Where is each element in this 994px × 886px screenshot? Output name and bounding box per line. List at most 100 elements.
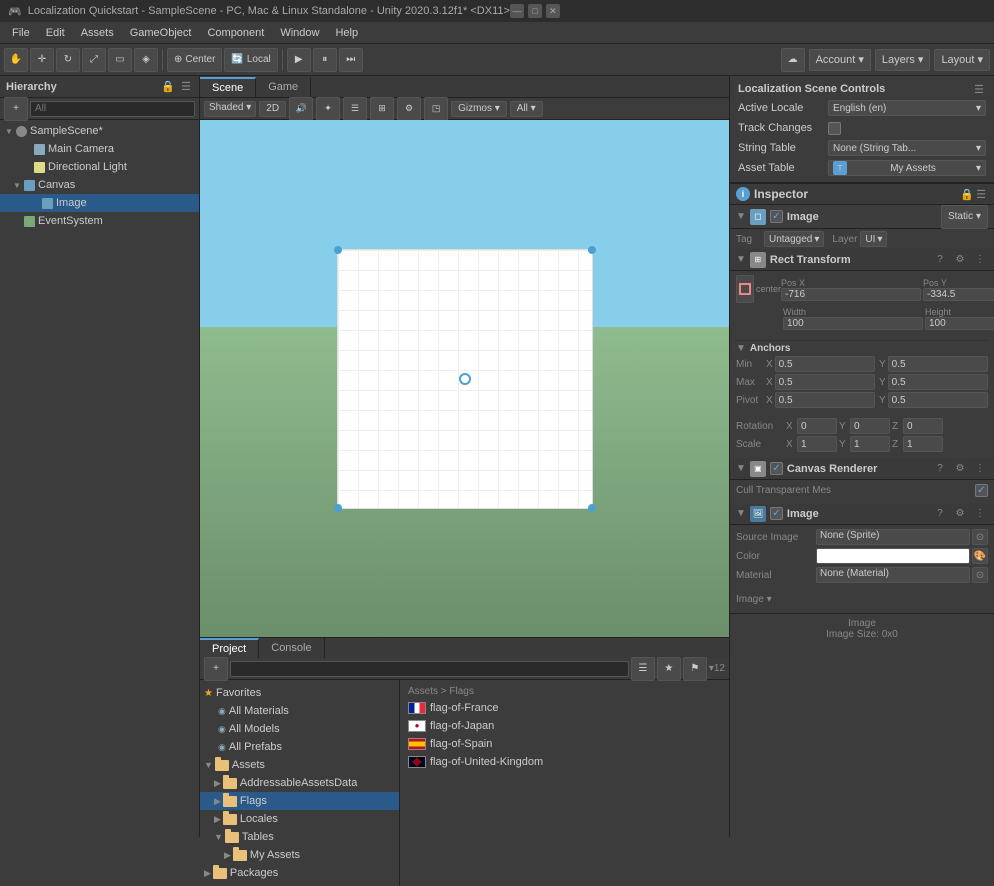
color-swatch[interactable]: [816, 548, 970, 564]
loc-menu-icon[interactable]: ☰: [972, 82, 986, 96]
rect-tool[interactable]: ▭: [108, 48, 132, 72]
track-changes-checkbox[interactable]: [828, 122, 841, 135]
asset-france[interactable]: flag-of-France: [404, 699, 725, 717]
cull-checkbox[interactable]: ✓: [975, 484, 988, 497]
cr-help-icon[interactable]: ?: [932, 461, 948, 477]
move-tool[interactable]: ✛: [30, 48, 54, 72]
tree-favorites[interactable]: ★ Favorites: [200, 684, 399, 702]
cr-menu-icon[interactable]: ⋮: [972, 461, 988, 477]
inspector-lock-icon[interactable]: 🔒: [960, 187, 974, 201]
tree-locales[interactable]: ▶ Locales: [200, 810, 399, 828]
hierarchy-menu-icon[interactable]: ☰: [179, 80, 193, 94]
tree-myassets[interactable]: ▶ My Assets: [200, 846, 399, 864]
tab-scene[interactable]: Scene: [200, 77, 256, 97]
scene-option2[interactable]: ⊞: [370, 97, 394, 121]
tab-console[interactable]: Console: [259, 638, 324, 658]
tree-assets[interactable]: ▼ Assets: [200, 756, 399, 774]
project-search[interactable]: [230, 661, 629, 677]
posy-input[interactable]: [923, 288, 994, 301]
close-button[interactable]: ✕: [546, 4, 560, 18]
color-pick-button[interactable]: 🎨: [972, 548, 988, 564]
hierarchy-item-eventsystem[interactable]: EventSystem: [0, 212, 199, 230]
hierarchy-item-maincamera[interactable]: Main Camera: [0, 140, 199, 158]
menu-edit[interactable]: Edit: [38, 25, 73, 41]
scale-x-input[interactable]: [797, 436, 837, 452]
hierarchy-item-image[interactable]: Image: [0, 194, 199, 212]
img-settings-icon[interactable]: ⚙: [952, 506, 968, 522]
tree-all-models[interactable]: ◉ All Models: [200, 720, 399, 738]
tree-flags[interactable]: ▶ Flags: [200, 792, 399, 810]
maximize-button[interactable]: □: [528, 4, 542, 18]
play-button[interactable]: ▶: [287, 48, 311, 72]
rect-help-icon[interactable]: ?: [932, 252, 948, 268]
corner-handle-bl[interactable]: [334, 504, 342, 512]
asset-table-dropdown[interactable]: T My Assets ▾: [828, 160, 986, 176]
center-button[interactable]: ⊕ Center: [167, 48, 222, 72]
tree-packages[interactable]: ▶ Packages: [200, 864, 399, 882]
posx-input[interactable]: [781, 288, 921, 301]
hierarchy-add-button[interactable]: +: [4, 97, 28, 121]
rot-y-input[interactable]: [850, 418, 890, 434]
max-x-input[interactable]: [775, 374, 875, 390]
tree-tables[interactable]: ▼ Tables: [200, 828, 399, 846]
project-filter1[interactable]: ☰: [631, 657, 655, 681]
string-table-dropdown[interactable]: None (String Tab... ▾: [828, 140, 986, 156]
source-image-pick-button[interactable]: ⊙: [972, 529, 988, 545]
component-enabled-checkbox[interactable]: ✓: [770, 210, 783, 223]
hierarchy-item-canvas[interactable]: ▼ Canvas: [0, 176, 199, 194]
layer-dropdown[interactable]: UI ▾: [860, 231, 887, 247]
image-label-row[interactable]: Image ▾: [730, 590, 994, 609]
source-image-field[interactable]: None (Sprite): [816, 529, 970, 545]
material-pick-button[interactable]: ⊙: [972, 567, 988, 583]
tree-all-prefabs[interactable]: ◉ All Prefabs: [200, 738, 399, 756]
scene-option3[interactable]: ⚙: [397, 97, 421, 121]
pause-button[interactable]: ⏸: [313, 48, 337, 72]
project-add-button[interactable]: +: [204, 657, 228, 681]
min-y-input[interactable]: [888, 356, 988, 372]
menu-file[interactable]: File: [4, 25, 38, 41]
tag-dropdown[interactable]: Untagged ▾: [764, 231, 824, 247]
rect-transform-header[interactable]: ▼ ⊞ Rect Transform ? ⚙ ⋮: [730, 249, 994, 271]
gizmos-button[interactable]: Gizmos ▾: [451, 101, 507, 117]
scene-view-area[interactable]: [200, 120, 729, 637]
img-help-icon[interactable]: ?: [932, 506, 948, 522]
tab-project[interactable]: Project: [200, 638, 259, 658]
project-filter2[interactable]: ★: [657, 657, 681, 681]
scale-tool[interactable]: ⤢: [82, 48, 106, 72]
scale-y-input[interactable]: [850, 436, 890, 452]
cr-settings-icon[interactable]: ⚙: [952, 461, 968, 477]
material-field[interactable]: None (Material): [816, 567, 970, 583]
layers-dropdown[interactable]: Layers ▾: [875, 49, 931, 71]
img-menu-icon[interactable]: ⋮: [972, 506, 988, 522]
hierarchy-item-directionallight[interactable]: Directional Light: [0, 158, 199, 176]
rotate-tool[interactable]: ↻: [56, 48, 80, 72]
scale-z-input[interactable]: [903, 436, 943, 452]
account-dropdown[interactable]: Account ▾: [809, 49, 871, 71]
corner-handle-tr[interactable]: [588, 246, 596, 254]
static-button[interactable]: Static ▾: [941, 205, 988, 229]
corner-handle-tl[interactable]: [334, 246, 342, 254]
shading-dropdown[interactable]: Shaded ▾: [204, 101, 256, 117]
max-y-input[interactable]: [888, 374, 988, 390]
asset-uk[interactable]: flag-of-United-Kingdom: [404, 753, 725, 771]
rot-x-input[interactable]: [797, 418, 837, 434]
scene-option4[interactable]: ◳: [424, 97, 448, 121]
effects-toggle[interactable]: ✦: [316, 97, 340, 121]
2d-button[interactable]: 2D: [259, 101, 286, 117]
menu-gameobject[interactable]: GameObject: [122, 25, 200, 41]
corner-handle-br[interactable]: [588, 504, 596, 512]
asset-japan[interactable]: flag-of-Japan: [404, 717, 725, 735]
menu-help[interactable]: Help: [327, 25, 366, 41]
pivot-x-input[interactable]: [775, 392, 875, 408]
hierarchy-lock-icon[interactable]: 🔒: [161, 80, 175, 94]
minimize-button[interactable]: —: [510, 4, 524, 18]
hierarchy-search[interactable]: [30, 101, 195, 117]
center-handle[interactable]: [459, 373, 471, 385]
tree-all-materials[interactable]: ◉ All Materials: [200, 702, 399, 720]
cloud-icon[interactable]: ☁: [781, 48, 805, 72]
rect-menu-icon[interactable]: ⋮: [972, 252, 988, 268]
hand-tool[interactable]: ✋: [4, 48, 28, 72]
active-locale-dropdown[interactable]: English (en) ▾: [828, 100, 986, 116]
menu-component[interactable]: Component: [199, 25, 272, 41]
tab-game[interactable]: Game: [256, 77, 311, 97]
